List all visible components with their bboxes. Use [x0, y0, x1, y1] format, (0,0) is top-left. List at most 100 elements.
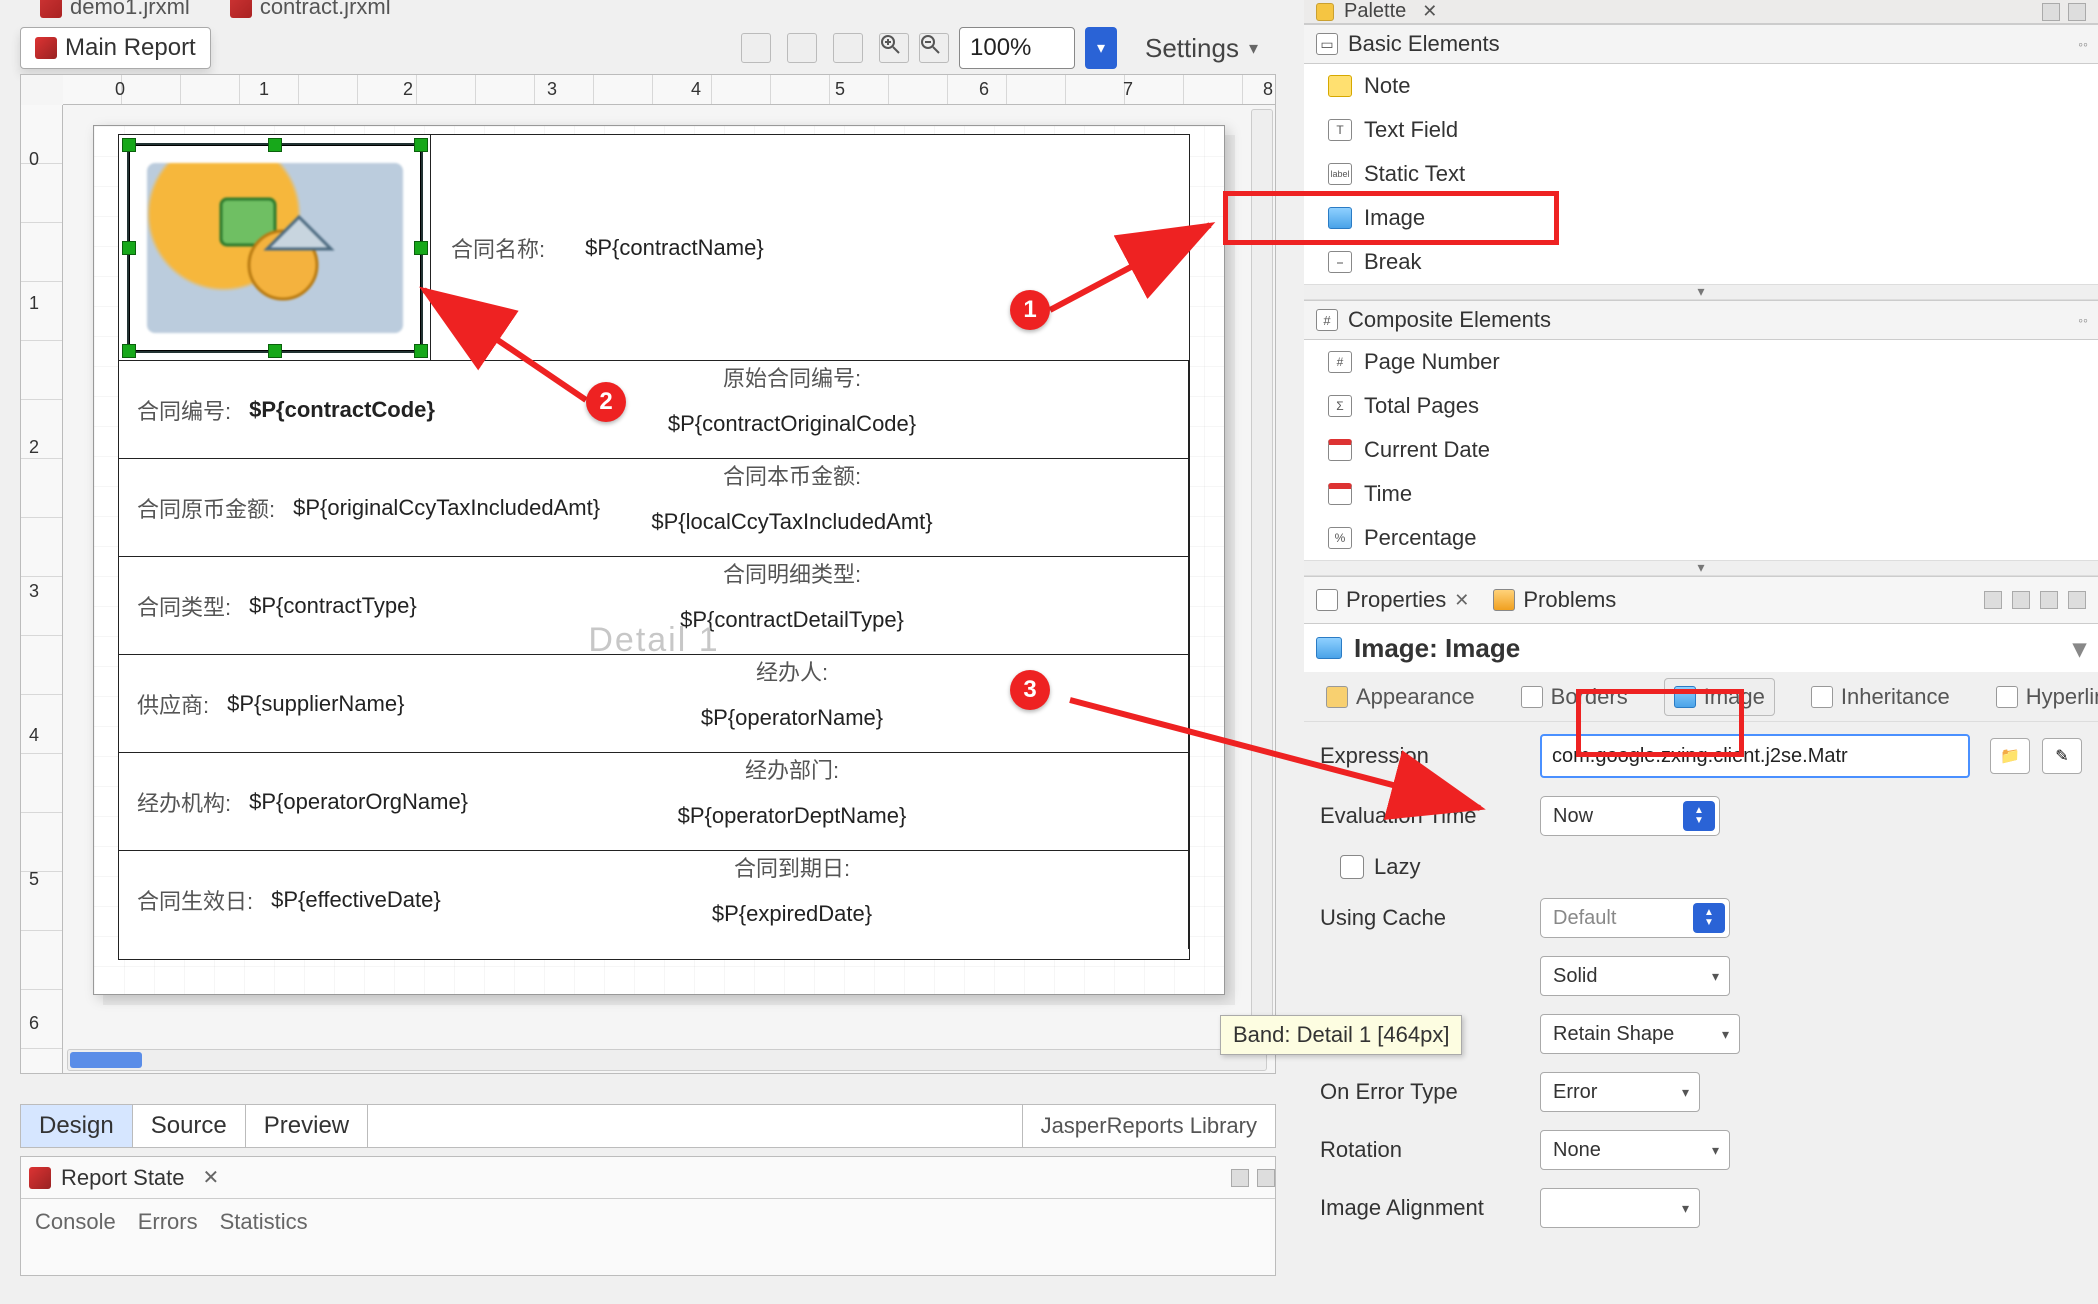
palette-separator[interactable] [1304, 560, 2098, 576]
maximize-icon[interactable] [2068, 591, 2086, 609]
palette-item-break[interactable]: ⎯Break [1304, 240, 2098, 284]
field-expression: $P{expiredDate} [712, 901, 872, 927]
minimize-icon[interactable] [2040, 591, 2058, 609]
file-tab-contract[interactable]: contract.jrxml [230, 0, 391, 14]
tab-properties[interactable]: Properties ✕ [1316, 587, 1469, 613]
palette-item-currentdate[interactable]: Current Date [1304, 428, 2098, 472]
subtab-appearance[interactable]: Appearance [1316, 678, 1485, 716]
resize-handle[interactable] [122, 138, 136, 152]
palette-item-pagenumber[interactable]: #Page Number [1304, 340, 2098, 384]
lazy-checkbox[interactable]: Lazy [1340, 854, 1420, 880]
palette-separator[interactable] [1304, 284, 2098, 300]
resize-handle[interactable] [268, 344, 282, 358]
palette-item-image[interactable]: Image [1304, 196, 2098, 240]
using-cache-select[interactable]: Default ▲▼ [1540, 898, 1730, 938]
report-table[interactable]: 合同名称: $P{contractName} 合同编号: $P{contract… [118, 134, 1190, 960]
palette-item-percentage[interactable]: %Percentage [1304, 516, 2098, 560]
table-cell[interactable]: 合同到期日: $P{expiredDate} [395, 851, 1189, 1069]
properties-form: Expression 📁 ✎ Evaluation Time Now ▲▼ L [1304, 722, 2098, 1228]
subtab-statistics[interactable]: Statistics [220, 1209, 308, 1235]
checkbox-box[interactable] [1340, 855, 1364, 879]
ruler-tick: 5 [29, 869, 39, 890]
resize-handle[interactable] [414, 344, 428, 358]
tab-design[interactable]: Design [21, 1105, 133, 1147]
table-row[interactable]: 供应商: $P{supplierName} 经办人: $P{operatorNa… [119, 655, 1189, 753]
scale-image-select[interactable]: Retain Shape [1540, 1014, 1740, 1054]
zoom-input[interactable] [959, 27, 1075, 69]
resize-handle[interactable] [122, 344, 136, 358]
chevron-down-icon: ▾ [1249, 38, 1258, 59]
image-icon [1316, 637, 1342, 659]
title-cell[interactable]: 合同名称: $P{contractName} [431, 135, 1189, 360]
table-row[interactable]: 经办机构: $P{operatorOrgName} 经办部门: $P{opera… [119, 753, 1189, 851]
expression-editor-button[interactable]: ✎ [2042, 738, 2082, 774]
chevron-down-icon[interactable]: ▾ [2073, 633, 2086, 664]
close-icon[interactable]: ✕ [203, 1165, 220, 1190]
palette-item-textfield[interactable]: TText Field [1304, 108, 2098, 152]
table-row[interactable]: 合同生效日: $P{effectiveDate} 合同到期日: $P{expir… [119, 851, 1189, 949]
main-report-button[interactable]: Main Report [20, 27, 211, 69]
rotation-select[interactable]: None [1540, 1130, 1730, 1170]
select-value: None [1553, 1139, 1601, 1162]
collapse-icon[interactable]: ◦◦ [2078, 36, 2088, 52]
image-element-selected[interactable] [127, 143, 423, 353]
maximize-icon[interactable] [2068, 3, 2086, 21]
palette-section-composite[interactable]: # Composite Elements ◦◦ [1304, 300, 2098, 340]
image-alignment-select[interactable] [1540, 1188, 1700, 1228]
resize-handle[interactable] [268, 138, 282, 152]
report-page[interactable]: 合同名称: $P{contractName} 合同编号: $P{contract… [93, 125, 1225, 995]
expression-input[interactable] [1540, 734, 1970, 778]
palette-item-statictext[interactable]: labelStatic Text [1304, 152, 2098, 196]
pin-icon[interactable] [1984, 591, 2002, 609]
resize-handle[interactable] [122, 241, 136, 255]
subtab-hyperlink[interactable]: Hyperlink [1986, 678, 2098, 716]
eval-time-select[interactable]: Now ▲▼ [1540, 796, 1720, 836]
zoom-dropdown[interactable]: ▾ [1085, 27, 1117, 69]
tab-problems[interactable]: Problems [1493, 587, 1616, 613]
vertical-scrollbar[interactable] [1251, 109, 1273, 1047]
table-row-header[interactable]: 合同名称: $P{contractName} [119, 135, 1189, 361]
minimize-icon[interactable] [2042, 3, 2060, 21]
build-icon[interactable] [833, 33, 863, 63]
menu-icon[interactable] [2012, 591, 2030, 609]
resize-handle[interactable] [414, 138, 428, 152]
table-row[interactable]: 合同类型: $P{contractType} 合同明细类型: $P{contra… [119, 557, 1189, 655]
close-icon[interactable]: ✕ [1454, 590, 1469, 611]
resize-handle[interactable] [414, 241, 428, 255]
maximize-icon[interactable] [1257, 1169, 1275, 1187]
field-label: 原始合同编号: [723, 361, 861, 393]
browse-folder-button[interactable]: 📁 [1990, 738, 2030, 774]
jrxml-icon [230, 0, 252, 18]
settings-button[interactable]: Settings ▾ [1145, 33, 1258, 64]
tab-source[interactable]: Source [133, 1105, 246, 1147]
palette-item-note[interactable]: Note [1304, 64, 2098, 108]
close-icon[interactable]: ✕ [1422, 1, 1437, 22]
fill-select[interactable]: Solid [1540, 956, 1730, 996]
palette-item-time[interactable]: Time [1304, 472, 2098, 516]
table-row[interactable]: 合同原币金额: $P{originalCcyTaxIncludedAmt} 合同… [119, 459, 1189, 557]
subtab-borders[interactable]: Borders [1511, 678, 1638, 716]
file-tab-demo1[interactable]: demo1.jrxml [40, 0, 190, 14]
table-row[interactable]: 合同编号: $P{contractCode} 原始合同编号: $P{contra… [119, 361, 1189, 459]
palette-item-totalpages[interactable]: ΣTotal Pages [1304, 384, 2098, 428]
subtab-inheritance[interactable]: Inheritance [1801, 678, 1960, 716]
subtab-console[interactable]: Console [35, 1209, 116, 1235]
minimize-icon[interactable] [1231, 1169, 1249, 1187]
subtab-image[interactable]: Image [1664, 678, 1775, 716]
image-cell[interactable] [119, 135, 431, 360]
scroll-thumb[interactable] [70, 1052, 142, 1068]
field-expression: $P{contractDetailType} [680, 607, 904, 633]
subtab-errors[interactable]: Errors [138, 1209, 198, 1235]
onerror-select[interactable]: Error [1540, 1072, 1700, 1112]
horizontal-scrollbar[interactable] [67, 1049, 1267, 1071]
collapse-icon[interactable]: ◦◦ [2078, 312, 2088, 328]
tab-preview[interactable]: Preview [246, 1105, 368, 1147]
zoom-in-icon[interactable] [879, 33, 909, 63]
dataset-icon[interactable] [741, 33, 771, 63]
field-expression: $P{contractType} [249, 593, 417, 619]
data-adapter-icon[interactable] [787, 33, 817, 63]
field-label: 合同编号: [137, 394, 231, 426]
palette-section-basic[interactable]: ▭ Basic Elements ◦◦ [1304, 24, 2098, 64]
ruler-tick: 3 [547, 79, 557, 100]
zoom-out-icon[interactable] [919, 33, 949, 63]
